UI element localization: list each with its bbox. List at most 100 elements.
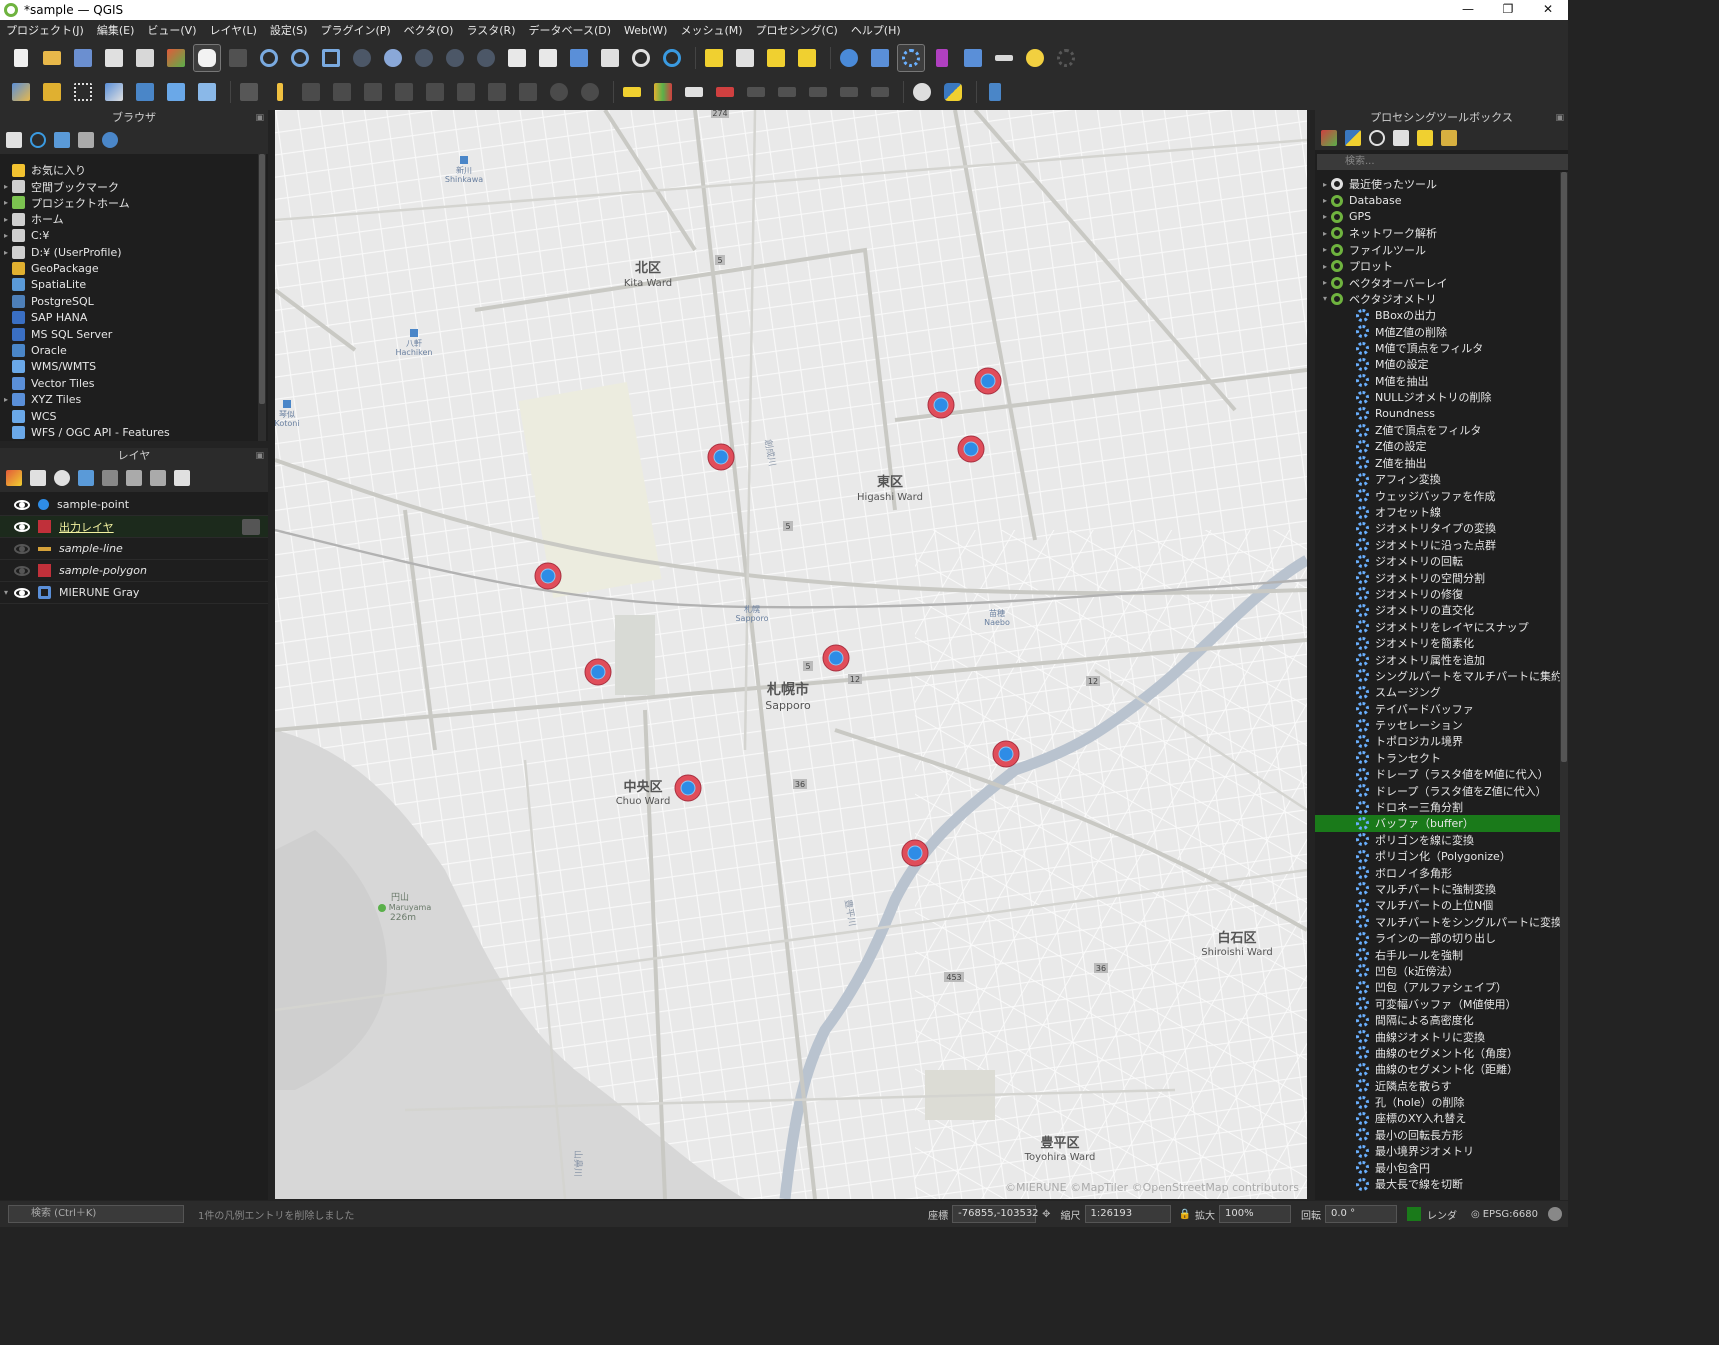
visibility-eye-icon[interactable] xyxy=(14,565,30,576)
new-3d-view-button[interactable] xyxy=(535,45,561,71)
processing-tool[interactable]: マルチパートの上位N個 xyxy=(1315,897,1568,913)
zoom-native-button[interactable] xyxy=(411,45,437,71)
edit-features-in-place-icon[interactable] xyxy=(1417,130,1433,146)
rotate-label-button[interactable] xyxy=(774,79,800,105)
processing-tool[interactable]: Z値を抽出 xyxy=(1315,455,1568,471)
processing-tool[interactable]: 孔（hole）の削除 xyxy=(1315,1094,1568,1110)
menu-layer[interactable]: レイヤ(L) xyxy=(209,22,256,38)
processing-tool[interactable]: 凹包（アルファシェイプ） xyxy=(1315,979,1568,995)
zoom-selection-button[interactable] xyxy=(349,45,375,71)
sample-point-feature[interactable] xyxy=(901,839,929,867)
processing-tool[interactable]: ポリゴン化（Polygonize） xyxy=(1315,848,1568,864)
processing-tool[interactable]: 間隔による高密度化 xyxy=(1315,1012,1568,1028)
add-layer-button[interactable] xyxy=(132,79,158,105)
browser-item[interactable]: ▸ 空間ブックマーク xyxy=(0,178,268,194)
sample-point-feature[interactable] xyxy=(927,391,955,419)
browser-item[interactable]: PostgreSQL xyxy=(0,293,268,309)
processing-tool[interactable]: M値を抽出 xyxy=(1315,373,1568,389)
refresh-button[interactable] xyxy=(659,45,685,71)
browser-item[interactable]: ▸ プロジェクトホーム xyxy=(0,195,268,211)
digitize-line-button[interactable] xyxy=(101,79,127,105)
sample-point-feature[interactable] xyxy=(974,367,1002,395)
processing-tool[interactable]: 最小の回転長方形 xyxy=(1315,1127,1568,1143)
expand-arrow-icon[interactable]: ▸ xyxy=(1319,245,1331,254)
filter-legend-icon[interactable] xyxy=(78,470,94,486)
processing-tool[interactable]: ドレープ（ラスタ値をZ値に代入） xyxy=(1315,782,1568,798)
processing-tool[interactable]: アフィン変換 xyxy=(1315,471,1568,487)
processing-tool[interactable]: Z値で頂点をフィルタ xyxy=(1315,422,1568,438)
browser-item[interactable]: WMS/WMTS xyxy=(0,359,268,375)
processing-tool[interactable]: BBoxの出力 xyxy=(1315,307,1568,323)
processing-tool[interactable]: ボロノイ多角形 xyxy=(1315,864,1568,880)
processing-search-input[interactable]: 検索... xyxy=(1317,154,1568,170)
show-hide-labels-button[interactable] xyxy=(712,79,738,105)
save-edits-button[interactable] xyxy=(298,79,324,105)
quickosm-button[interactable] xyxy=(909,79,935,105)
pan-to-selection-button[interactable] xyxy=(225,45,251,71)
lock-scale-icon[interactable]: 🔒 xyxy=(1179,1209,1191,1220)
label-props-button[interactable] xyxy=(836,79,862,105)
expand-arrow-icon[interactable]: ▸ xyxy=(0,198,12,207)
label-tool-button[interactable] xyxy=(619,79,645,105)
processing-tool[interactable]: M値Z値の削除 xyxy=(1315,324,1568,340)
processing-tool[interactable]: トランセクト xyxy=(1315,750,1568,766)
paste-features-button[interactable] xyxy=(515,79,541,105)
copy-features-button[interactable] xyxy=(484,79,510,105)
processing-tool[interactable]: 右手ルールを強制 xyxy=(1315,946,1568,962)
processing-tool[interactable]: Z値の設定 xyxy=(1315,438,1568,454)
minimize-button[interactable]: — xyxy=(1448,0,1488,20)
refresh-icon[interactable] xyxy=(30,132,46,148)
browser-item[interactable]: WCS xyxy=(0,408,268,424)
diagram-tool-button[interactable] xyxy=(650,79,676,105)
processing-group[interactable]: ▸ ベクタオーバーレイ xyxy=(1315,274,1568,290)
processing-tool[interactable]: 凹包（k近傍法） xyxy=(1315,963,1568,979)
map-canvas[interactable]: 北区 Kita Ward 東区 Higashi Ward 札幌市 Sapporo… xyxy=(275,110,1307,1199)
add-virtual-layer-button[interactable] xyxy=(194,79,220,105)
menu-plugins[interactable]: プラグイン(P) xyxy=(320,22,390,38)
browser-item[interactable]: SpatiaLite xyxy=(0,277,268,293)
crs-button[interactable]: EPSG:6680 xyxy=(1483,1209,1538,1220)
menu-raster[interactable]: ラスタ(R) xyxy=(466,22,515,38)
new-map-view-button[interactable] xyxy=(504,45,530,71)
open-project-button[interactable] xyxy=(39,45,65,71)
layer-item[interactable]: sample-point xyxy=(0,494,268,516)
expand-arrow-icon[interactable]: ▸ xyxy=(0,182,12,191)
pan-map-button[interactable] xyxy=(193,44,221,72)
results-viewer-icon[interactable] xyxy=(1393,130,1409,146)
browser-item[interactable]: MS SQL Server xyxy=(0,326,268,342)
zoom-out-button[interactable] xyxy=(287,45,313,71)
processing-tool[interactable]: ジオメトリの修復 xyxy=(1315,586,1568,602)
decorations-button[interactable] xyxy=(1053,45,1079,71)
menu-settings[interactable]: 設定(S) xyxy=(270,22,308,38)
deselect-button[interactable] xyxy=(763,45,789,71)
browser-item[interactable]: WFS / OGC API - Features xyxy=(0,424,268,440)
menu-mesh[interactable]: メッシュ(M) xyxy=(680,22,742,38)
label-rule-button[interactable] xyxy=(867,79,893,105)
new-bookmark-button[interactable] xyxy=(566,45,592,71)
pin-labels-button[interactable] xyxy=(681,79,707,105)
sample-point-feature[interactable] xyxy=(822,644,850,672)
processing-tool[interactable]: 最小包含円 xyxy=(1315,1159,1568,1175)
redo-button[interactable] xyxy=(577,79,603,105)
processing-group[interactable]: ▸ GPS xyxy=(1315,209,1568,225)
processing-tool[interactable]: ラインの一部の切り出し xyxy=(1315,930,1568,946)
coordinate-field[interactable]: -76855,-103532 xyxy=(952,1205,1039,1223)
processing-tool[interactable]: 曲線のセグメント化（角度） xyxy=(1315,1045,1568,1061)
cut-features-button[interactable] xyxy=(453,79,479,105)
undo-button[interactable] xyxy=(546,79,572,105)
expand-arrow-icon[interactable]: ▸ xyxy=(0,395,12,404)
expand-all-icon[interactable] xyxy=(126,470,142,486)
sample-point-feature[interactable] xyxy=(584,658,612,686)
processing-tool[interactable]: Roundness xyxy=(1315,405,1568,421)
sample-point-feature[interactable] xyxy=(707,443,735,471)
processing-tool[interactable]: M値で頂点をフィルタ xyxy=(1315,340,1568,356)
change-label-button[interactable] xyxy=(805,79,831,105)
locator-search-input[interactable]: 検索 (Ctrl＋K) xyxy=(8,1205,184,1223)
processing-tool[interactable]: 可変幅バッファ（M値使用） xyxy=(1315,996,1568,1012)
statistical-summary-button[interactable] xyxy=(929,45,955,71)
processing-tool[interactable]: テイパードバッファ xyxy=(1315,701,1568,717)
map-tips-button[interactable] xyxy=(1022,45,1048,71)
style-manager-button[interactable] xyxy=(163,45,189,71)
add-layer-icon[interactable] xyxy=(6,132,22,148)
save-project-button[interactable] xyxy=(70,45,96,71)
